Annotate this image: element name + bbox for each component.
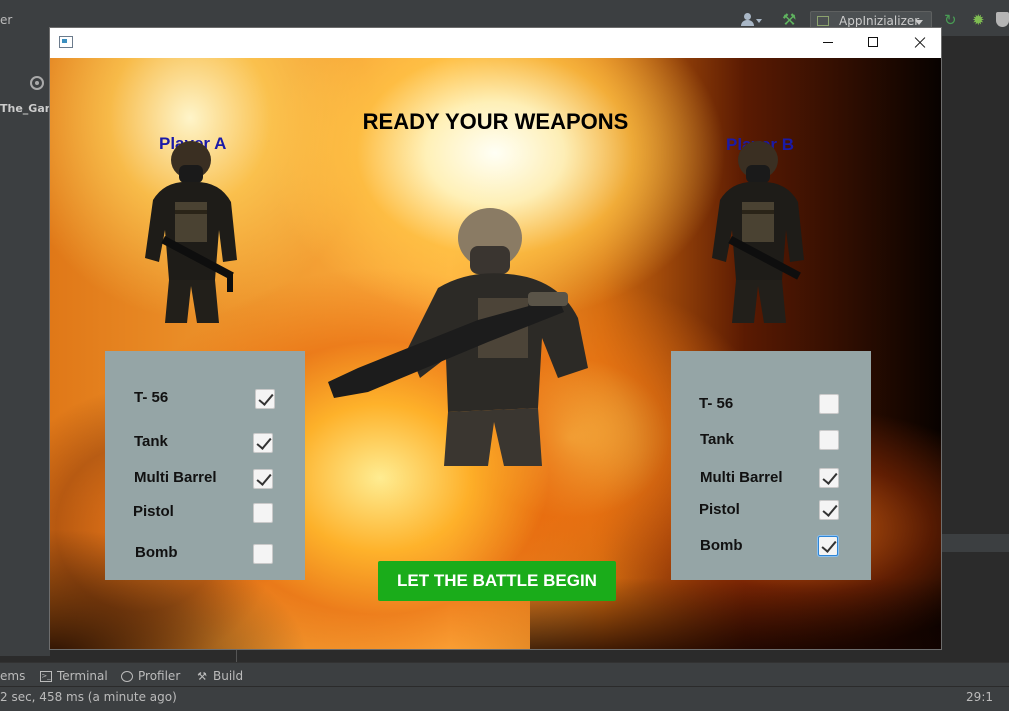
tool-tab-label: Terminal [57,669,108,683]
weapon-checkbox-bomb[interactable] [818,536,838,556]
app-window-icon [59,36,73,48]
weapon-checkbox-t56[interactable] [819,394,839,414]
window-titlebar[interactable] [50,28,941,58]
debug-bug-icon[interactable]: ✹ [972,11,985,29]
run-config-label: AppInizializer [839,14,920,28]
build-hammer-icon: ⚒ [197,669,207,683]
weapon-checkbox-tank[interactable] [253,433,273,453]
close-icon[interactable] [896,28,941,58]
terminal-icon: >_ [40,670,52,682]
start-battle-button[interactable]: LET THE BATTLE BEGIN [378,561,616,601]
weapon-label-tank: Tank [700,431,734,448]
weapon-checkbox-pistol[interactable] [253,503,273,523]
tool-tab-build[interactable]: ⚒ Build [196,669,243,683]
player-a-weapon-panel: T- 56 Tank Multi Barrel Pistol Bomb [105,351,305,580]
ide-divider [236,650,237,662]
weapon-checkbox-t56[interactable] [255,389,275,409]
tool-tab-label: Profiler [138,669,181,683]
weapon-label-pistol: Pistol [699,501,740,518]
ide-editor-area [941,60,1009,656]
tool-tab-label: ems [0,669,26,683]
build-hammer-icon[interactable]: ⚒ [782,10,796,29]
player-b-weapon-panel: T- 56 Tank Multi Barrel Pistol Bomb [671,351,871,580]
weapon-checkbox-bomb[interactable] [253,544,273,564]
page-title: READY YOUR WEAPONS [362,109,629,134]
coverage-shield-icon[interactable] [996,12,1009,27]
weapon-label-multi-barrel: Multi Barrel [700,469,783,486]
ide-status-bar: 2 sec, 458 ms (a minute ago) 29:1 [0,686,1009,711]
soldier-image-player-b [712,141,804,323]
tool-tab-label: Build [213,669,244,683]
profiler-icon [121,670,133,682]
rerun-icon[interactable]: ↻ [944,11,957,29]
fire-explosion-background: READY YOUR WEAPONS Player A Player B [50,58,941,649]
user-icon[interactable] [740,13,762,27]
weapon-label-tank: Tank [134,433,168,450]
tool-tab-profiler[interactable]: Profiler [121,669,180,683]
soldier-image-center [328,208,588,466]
weapon-label-t56: T- 56 [134,389,169,406]
chevron-down-icon [915,20,923,25]
locate-target-icon[interactable] [30,76,44,90]
weapon-checkbox-multi-barrel[interactable] [253,469,273,489]
weapon-label-multi-barrel: Multi Barrel [134,469,217,486]
editor-strip [941,534,1009,552]
cursor-position[interactable]: 29:1 [966,690,993,704]
ide-tool-window-bar: ems >_ Terminal Profiler ⚒ Build [0,662,1009,689]
soldier-image-player-a [145,141,237,323]
ide-project-panel: The_Game [0,36,64,656]
minimize-icon[interactable] [804,28,850,58]
status-message: 2 sec, 458 ms (a minute ago) [0,690,177,704]
tool-tab-problems[interactable]: ems [0,669,25,683]
game-window: READY YOUR WEAPONS Player A Player B [50,28,941,649]
weapon-checkbox-pistol[interactable] [819,500,839,520]
weapon-label-pistol: Pistol [133,503,174,520]
weapon-checkbox-tank[interactable] [819,430,839,450]
ide-title-fragment: er [0,13,13,27]
run-config-icon [817,16,829,26]
weapon-label-bomb: Bomb [135,544,178,561]
weapon-checkbox-multi-barrel[interactable] [819,468,839,488]
maximize-icon[interactable] [850,28,896,58]
tool-tab-terminal[interactable]: >_ Terminal [40,669,108,683]
weapon-label-bomb: Bomb [700,537,743,554]
weapon-label-t56: T- 56 [699,395,734,412]
